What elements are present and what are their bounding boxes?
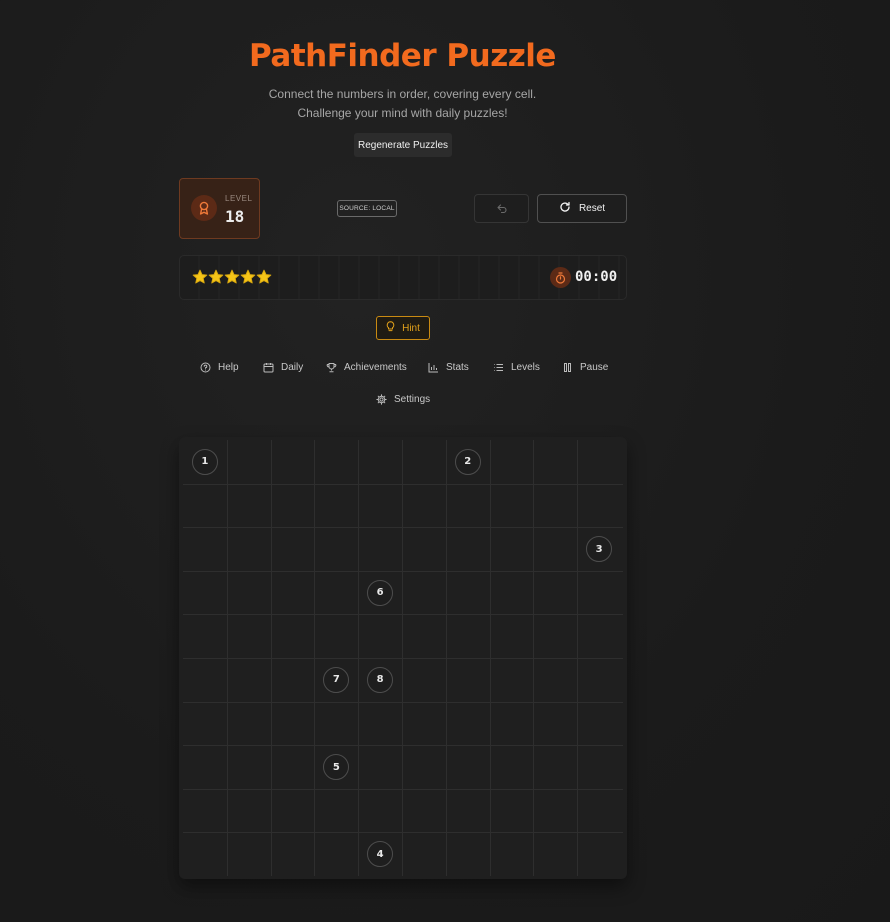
number-cell[interactable]: 7 [323, 666, 350, 693]
bar-chart-icon [428, 362, 439, 373]
grid-line [183, 614, 623, 616]
number-cell[interactable]: 6 [367, 579, 394, 606]
number-cell[interactable]: 5 [323, 754, 350, 780]
regenerate-puzzles-button[interactable]: Regenerate Puzzles [354, 133, 452, 157]
lightbulb-icon [386, 321, 395, 335]
grid-line [183, 832, 623, 834]
hint-label: Hint [402, 322, 420, 334]
level-number: 18 [225, 207, 245, 226]
level-card: LEVEL 18 [179, 178, 260, 239]
timer-value: 00:00 [575, 269, 618, 285]
level-label: LEVEL [225, 194, 253, 203]
grid-line [183, 483, 623, 485]
settings-label: Settings [394, 393, 431, 405]
reset-label: Reset [578, 203, 606, 214]
refresh-icon [559, 201, 571, 216]
levels-button[interactable]: Levels [493, 359, 540, 375]
levels-label: Levels [511, 361, 540, 373]
stats-button[interactable]: Stats [428, 359, 469, 375]
grid-line [183, 570, 623, 572]
gear-icon [376, 393, 387, 405]
star-icon [192, 269, 208, 284]
number-cell[interactable]: 2 [454, 448, 481, 475]
daily-button[interactable]: Daily [263, 359, 303, 375]
star-icon [208, 269, 224, 284]
undo-icon [496, 201, 507, 216]
grid-line [183, 788, 623, 790]
star-icon [224, 269, 240, 284]
star-rating [192, 269, 272, 285]
stats-label: Stats [446, 361, 469, 373]
grid-line [183, 527, 623, 529]
reset-button[interactable]: Reset [537, 194, 627, 223]
grid-line [183, 745, 623, 747]
pause-label: Pause [580, 361, 609, 373]
settings-button[interactable]: Settings [376, 391, 430, 407]
medal-icon [191, 195, 217, 221]
undo-button[interactable] [474, 194, 529, 223]
help-icon [200, 362, 211, 373]
achievements-label: Achievements [344, 361, 407, 373]
grid-line [183, 701, 623, 703]
number-cell[interactable]: 1 [191, 448, 218, 475]
star-icon [240, 269, 256, 284]
pause-icon [562, 362, 573, 373]
stopwatch-icon [550, 267, 571, 288]
grid-line [183, 658, 623, 659]
trophy-icon [326, 362, 337, 373]
status-bar: 00:00 [179, 255, 627, 300]
source-badge: SOURCE: LOCAL [337, 200, 397, 217]
achievements-button[interactable]: Achievements [326, 359, 407, 375]
number-cell[interactable]: 3 [586, 536, 613, 562]
calendar-icon [263, 362, 274, 373]
hint-button[interactable]: Hint [376, 316, 430, 340]
daily-label: Daily [281, 361, 304, 373]
subtitle-line-2: Challenge your mind with daily puzzles! [297, 106, 508, 120]
star-icon [256, 269, 272, 284]
help-button[interactable]: Help [200, 359, 239, 375]
puzzle-board[interactable]: 1 2 3 6 78 5 4 [179, 437, 627, 879]
number-cell[interactable]: 4 [367, 841, 394, 868]
number-cell[interactable]: 8 [367, 666, 394, 693]
pause-button[interactable]: Pause [562, 359, 608, 375]
page-title: PathFinder Puzzle [249, 38, 556, 74]
list-icon [493, 362, 504, 373]
subtitle-line-1: Connect the numbers in order, covering e… [268, 87, 537, 101]
help-label: Help [218, 361, 239, 373]
